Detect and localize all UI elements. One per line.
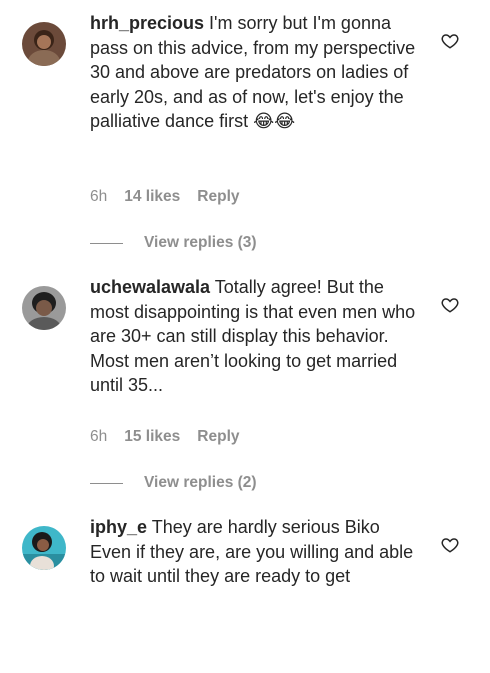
comment-meta: 6h 14 likes Reply [90,188,240,206]
comment-username[interactable]: uchewalawala [90,277,210,297]
user-avatar-icon [22,22,66,66]
avatar[interactable] [22,22,66,66]
reply-button[interactable]: Reply [197,428,239,446]
avatar[interactable] [22,286,66,330]
user-avatar-icon [22,526,66,570]
likes-count[interactable]: 15 likes [124,428,180,446]
heart-icon[interactable] [441,32,459,50]
avatar[interactable] [22,526,66,570]
heart-icon[interactable] [441,536,459,554]
reply-button[interactable]: Reply [197,188,239,206]
comment-username[interactable]: hrh_precious [90,13,204,33]
comment-username[interactable]: iphy_e [90,517,147,537]
comment-meta: 6h 15 likes Reply [90,428,240,446]
likes-count[interactable]: 14 likes [124,188,180,206]
comment-body: hrh_precious I'm sorry but I'm gonna pas… [90,11,420,134]
view-replies-label: View replies (3) [144,234,257,251]
divider [90,242,123,244]
comment-body: iphy_e They are hardly serious Biko Even… [90,515,420,589]
user-avatar-icon [22,286,66,330]
view-replies-label: View replies (2) [144,474,257,491]
heart-icon[interactable] [441,296,459,314]
comment-time: 6h [90,188,108,205]
comment-time: 6h [90,428,108,445]
comment-body: uchewalawala Totally agree! But the most… [90,275,420,398]
view-replies-button[interactable]: View replies (3) [90,234,257,252]
divider [90,482,123,484]
view-replies-button[interactable]: View replies (2) [90,474,257,492]
